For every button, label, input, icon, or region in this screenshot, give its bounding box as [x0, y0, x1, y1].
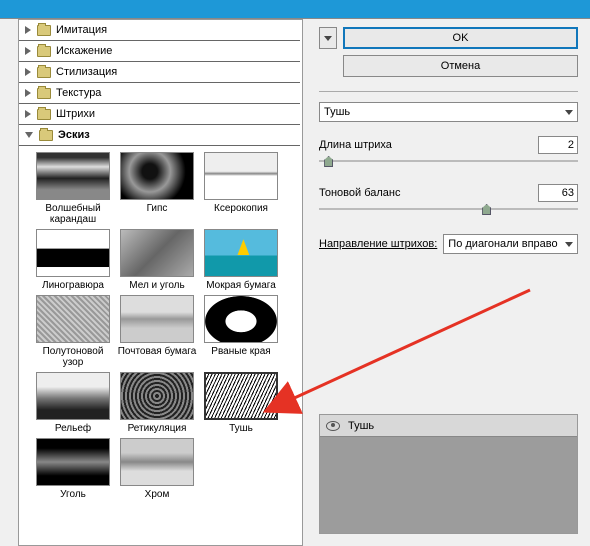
filter-thumb[interactable]: Волшебный карандаш: [33, 152, 113, 225]
options-menu-button[interactable]: [319, 27, 337, 49]
direction-select[interactable]: По диагонали вправо: [443, 234, 578, 254]
category-imitation[interactable]: Имитация: [19, 20, 300, 41]
effect-layers-panel: Тушь: [319, 414, 578, 534]
stroke-length-slider[interactable]: [319, 156, 578, 170]
category-label: Стилизация: [56, 66, 117, 78]
layer-name: Тушь: [348, 420, 374, 432]
chevron-down-icon: [324, 36, 332, 41]
tone-balance-label: Тоновой баланс: [319, 187, 401, 199]
expand-icon: [25, 110, 31, 118]
category-label: Эскиз: [58, 129, 90, 141]
expand-icon: [25, 68, 31, 76]
cancel-button[interactable]: Отмена: [343, 55, 578, 77]
chevron-down-icon: [565, 242, 573, 247]
filter-thumb[interactable]: Мокрая бумага: [201, 229, 281, 291]
folder-icon: [37, 46, 51, 57]
folder-icon: [37, 25, 51, 36]
tone-balance-slider[interactable]: [319, 204, 578, 218]
folder-icon: [37, 109, 51, 120]
filter-thumb[interactable]: Рваные края: [201, 295, 281, 368]
category-sketch[interactable]: Эскиз: [19, 125, 300, 146]
filter-thumb[interactable]: Почтовая бумага: [117, 295, 197, 368]
folder-icon: [37, 88, 51, 99]
category-stylize[interactable]: Стилизация: [19, 62, 300, 83]
chevron-down-icon: [565, 110, 573, 115]
filter-categories-panel: Имитация Искажение Стилизация Текстура Ш: [18, 19, 303, 546]
expand-icon: [25, 26, 31, 34]
category-texture[interactable]: Текстура: [19, 83, 300, 104]
filter-thumb-selected[interactable]: Тушь: [201, 372, 281, 434]
filter-thumb[interactable]: Линогравюра: [33, 229, 113, 291]
filter-select[interactable]: Тушь: [319, 102, 578, 122]
filter-thumb[interactable]: Полутоновой узор: [33, 295, 113, 368]
tone-balance-input[interactable]: [538, 184, 578, 202]
filter-thumb[interactable]: Уголь: [33, 438, 113, 500]
category-strokes[interactable]: Штрихи: [19, 104, 300, 125]
visibility-icon[interactable]: [326, 421, 340, 431]
collapse-icon: [25, 132, 33, 138]
filter-thumbnails-grid: Волшебный карандаш Гипс Ксерокопия Линог…: [19, 146, 300, 512]
folder-icon: [37, 67, 51, 78]
expand-icon: [25, 47, 31, 55]
filter-select-value: Тушь: [324, 106, 350, 118]
filter-thumb[interactable]: Рельеф: [33, 372, 113, 434]
category-label: Текстура: [56, 87, 101, 99]
stroke-length-input[interactable]: [538, 136, 578, 154]
direction-value: По диагонали вправо: [448, 238, 557, 250]
filter-thumb[interactable]: Хром: [117, 438, 197, 500]
filter-thumb[interactable]: Мел и уголь: [117, 229, 197, 291]
category-label: Имитация: [56, 24, 107, 36]
folder-icon: [39, 130, 53, 141]
category-label: Искажение: [56, 45, 112, 57]
direction-label: Направление штрихов:: [319, 238, 437, 250]
stroke-length-label: Длина штриха: [319, 139, 392, 151]
filter-options-panel: OK Отмена Тушь Длина штриха Тоновой бала…: [311, 19, 590, 546]
category-distortion[interactable]: Искажение: [19, 41, 300, 62]
expand-icon: [25, 89, 31, 97]
filter-thumb[interactable]: Ретикуляция: [117, 372, 197, 434]
ok-button[interactable]: OK: [343, 27, 578, 49]
filter-thumb[interactable]: Ксерокопия: [201, 152, 281, 225]
category-label: Штрихи: [56, 108, 95, 120]
filter-thumb[interactable]: Гипс: [117, 152, 197, 225]
